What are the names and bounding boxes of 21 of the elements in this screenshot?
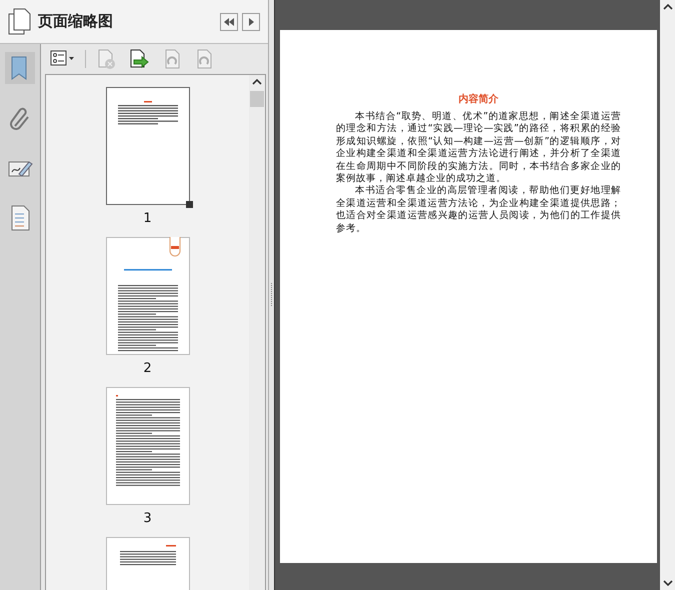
right-arrow-icon <box>247 16 255 26</box>
splitter-grip-icon[interactable] <box>270 283 273 307</box>
page-thumbnail-drawing[interactable] <box>106 87 190 205</box>
pages-icon <box>8 8 32 36</box>
resize-handle[interactable] <box>186 201 192 208</box>
page-thumbnail-drawing[interactable] <box>106 387 190 505</box>
insert-page-icon <box>128 48 150 70</box>
expand-button[interactable] <box>242 12 260 30</box>
document-heading: 内容简介 <box>458 92 500 107</box>
panel-title: 页面缩略图 <box>38 11 113 32</box>
page-number: 1 <box>143 211 152 227</box>
document-paragraph: 本书适合零售企业的高层管理者阅读，帮助他们更好地理解全渠道运营和全渠道运营方法论，为企业构建全渠道提供思路；也适合对全渠道运营感兴趣的运营人员阅读，为他们的工作提供参考。 <box>336 185 621 236</box>
collapse-button[interactable] <box>220 12 238 30</box>
page-number: 2 <box>143 361 152 377</box>
double-left-arrow-icon <box>223 16 235 26</box>
page-thumbnail-drawing[interactable] <box>106 537 190 590</box>
page-number: 3 <box>143 511 152 527</box>
scrollbar-thumb[interactable] <box>250 91 264 107</box>
document-paragraph: 本书结合“取势、明道、优术”的道家思想，阐述全渠道运营的理念和方法，通过“实践—理论—实践”的路径，将积累的经验形成知识螺旋，依照“认知—构建—运营—创新”的逻辑顺序，对企业构建全渠道和全渠道运营方法论进行阐述，并分析了全渠道在生命周期中不同阶段的实施方法。同时，本书结合多家企业的案例故事，阐述卓越企业的成功之道。 <box>336 111 621 185</box>
page-thumbnail-drawing[interactable] <box>106 237 190 355</box>
delete-page-icon <box>96 48 116 70</box>
